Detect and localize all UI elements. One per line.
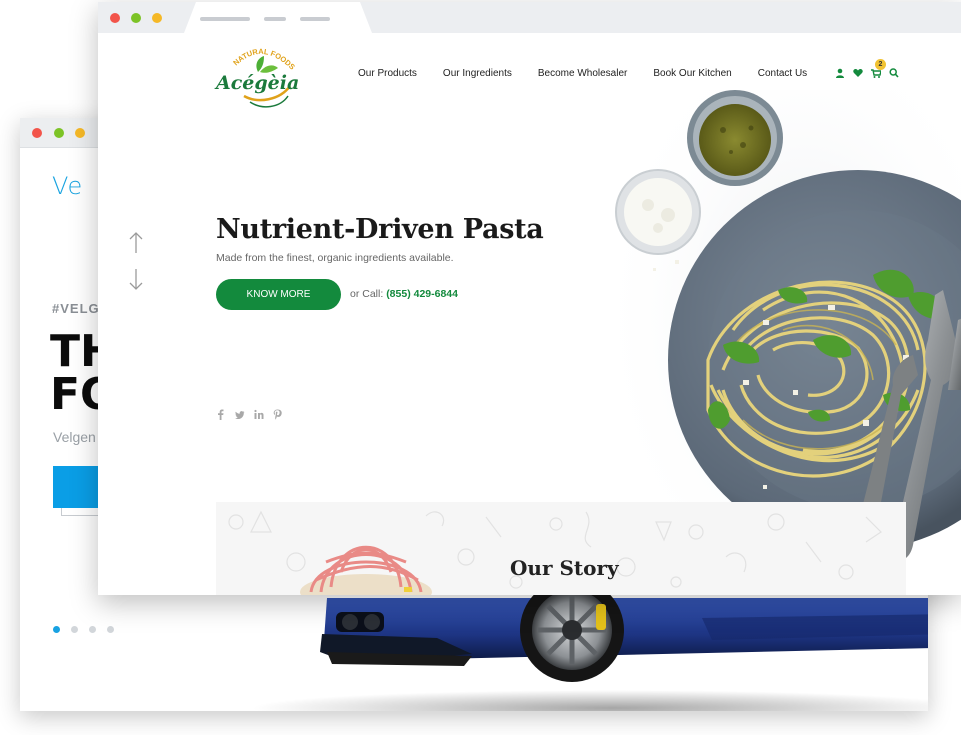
user-icon[interactable] bbox=[835, 66, 845, 78]
minimize-window-dot[interactable] bbox=[75, 128, 85, 138]
our-story-section: Our Story bbox=[216, 502, 906, 595]
cart-icon[interactable]: 2 bbox=[871, 59, 886, 78]
slider-dot[interactable] bbox=[71, 626, 78, 633]
heart-icon[interactable] bbox=[853, 66, 863, 78]
minimize-window-dot[interactable] bbox=[152, 13, 162, 23]
nav-contact-us[interactable]: Contact Us bbox=[758, 68, 807, 79]
main-navigation: Our Products Our Ingredients Become Whol… bbox=[358, 68, 807, 79]
slider-dot[interactable] bbox=[89, 626, 96, 633]
phone-link[interactable]: (855) 429-6844 bbox=[386, 288, 458, 300]
close-window-dot[interactable] bbox=[32, 128, 42, 138]
browser-chrome bbox=[98, 2, 961, 33]
nav-book-our-kitchen[interactable]: Book Our Kitchen bbox=[653, 68, 731, 79]
velgen-logo[interactable]: Ve bbox=[52, 172, 83, 200]
nav-our-ingredients[interactable]: Our Ingredients bbox=[443, 68, 512, 79]
maximize-window-dot[interactable] bbox=[131, 13, 141, 23]
logo-tagline: NATURAL FOODS, LLC bbox=[211, 35, 297, 71]
facebook-icon[interactable] bbox=[216, 407, 225, 420]
browser-tab[interactable] bbox=[184, 2, 372, 33]
twitter-icon[interactable] bbox=[235, 407, 245, 420]
slider-arrows bbox=[128, 231, 144, 291]
slider-dot[interactable] bbox=[107, 626, 114, 633]
nav-become-wholesaler[interactable]: Become Wholesaler bbox=[538, 68, 627, 79]
foreground-browser-window: NATURAL FOODS, LLC Acégèia Our Products … bbox=[98, 2, 961, 595]
pinterest-icon[interactable] bbox=[273, 407, 282, 420]
call-prefix: or Call: bbox=[350, 288, 384, 300]
logo-brand-name: Acégèia bbox=[214, 72, 298, 94]
search-icon[interactable] bbox=[889, 66, 899, 78]
hero-subtitle: Made from the finest, organic ingredient… bbox=[216, 252, 454, 264]
section-title-prefix: Our bbox=[510, 556, 553, 580]
logo-graphic: NATURAL FOODS, LLC Acégèia bbox=[211, 35, 299, 108]
maximize-window-dot[interactable] bbox=[54, 128, 64, 138]
arrow-down-icon[interactable] bbox=[128, 267, 144, 291]
hero-title: Nutrient-Driven Pasta bbox=[216, 214, 544, 245]
arrow-up-icon[interactable] bbox=[128, 231, 144, 255]
nav-our-products[interactable]: Our Products bbox=[358, 68, 417, 79]
linkedin-icon[interactable] bbox=[254, 407, 264, 419]
slider-pagination bbox=[53, 626, 114, 633]
call-info: or Call: (855) 429-6844 bbox=[350, 288, 458, 300]
cart-count-badge: 2 bbox=[875, 59, 886, 70]
section-title-emphasis: Story bbox=[559, 556, 619, 580]
know-more-button[interactable]: KNOW MORE bbox=[216, 279, 341, 310]
sports-car-image bbox=[252, 590, 928, 711]
svg-text:NATURAL FOODS, LLC: NATURAL FOODS, LLC bbox=[214, 42, 297, 71]
slider-dot-active[interactable] bbox=[53, 626, 60, 633]
header-icons: 2 bbox=[835, 59, 899, 78]
section-title: Our Story bbox=[510, 556, 619, 580]
acegeia-logo[interactable]: NATURAL FOODS, LLC Acégèia bbox=[211, 35, 299, 112]
beet-pasta-nest-image bbox=[300, 545, 432, 595]
social-links bbox=[216, 407, 282, 420]
hero-subtitle: Velgen bbox=[53, 429, 96, 445]
close-window-dot[interactable] bbox=[110, 13, 120, 23]
